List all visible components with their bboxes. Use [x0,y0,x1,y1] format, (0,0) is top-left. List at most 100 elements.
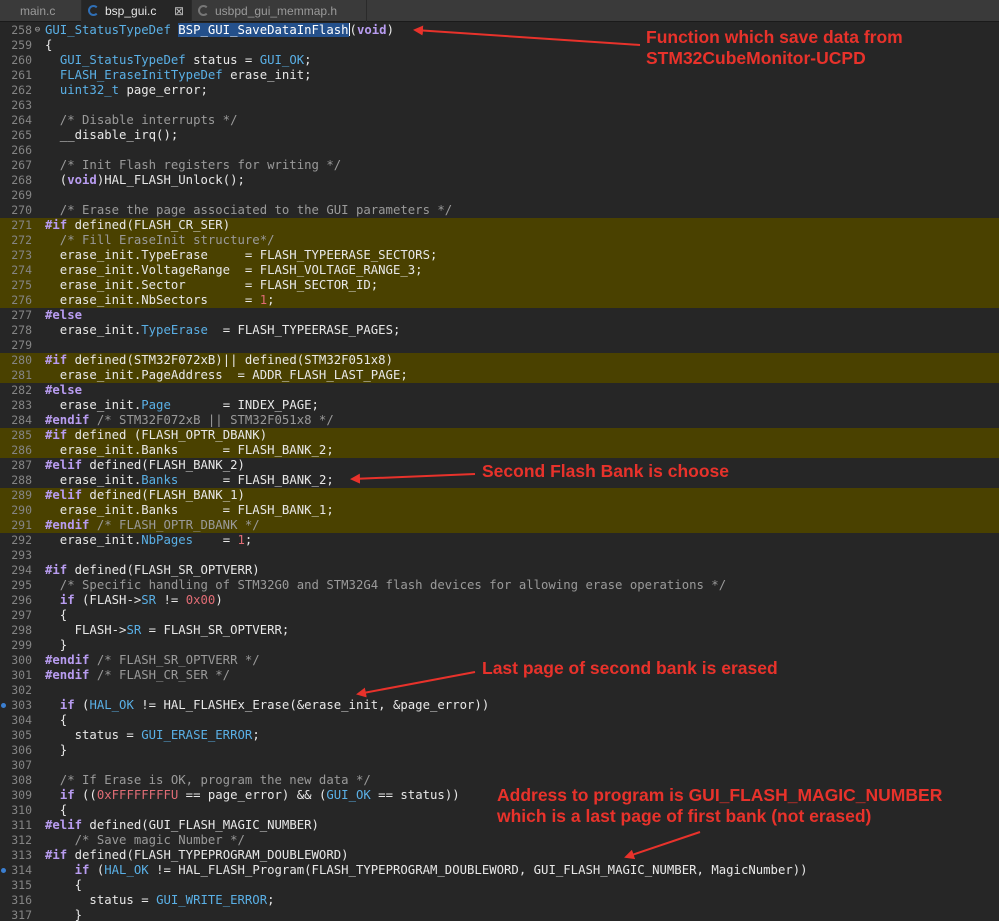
code-token: #endif [45,518,90,532]
code-text: /* If Erase is OK, program the new data … [45,773,371,788]
code-token: if [74,863,90,877]
code-text: __disable_irq(); [45,128,178,143]
tab-bsp-gui-c[interactable]: bsp_gui.c ⊠ [82,0,192,22]
code-line[interactable]: 306 } [0,743,999,758]
code-line[interactable]: 272 /* Fill EraseInit structure*/ [0,233,999,248]
code-line[interactable]: 273 erase_init.TypeErase = FLASH_TYPEERA… [0,248,999,263]
code-line[interactable]: 292 erase_init.NbPages = 1; [0,533,999,548]
close-icon[interactable]: ⊠ [174,0,184,22]
code-text: (void)HAL_FLASH_Unlock(); [45,173,245,188]
code-line[interactable]: 317 } [0,908,999,921]
code-token: defined(STM32F072xB)|| defined(STM32F051… [67,353,393,367]
code-line[interactable]: 283 erase_init.Page = INDEX_PAGE; [0,398,999,413]
tab-usbpd-gui-memmap-h[interactable]: usbpd_gui_memmap.h [192,0,367,22]
code-token: /* If Erase is OK, program the new data … [45,773,371,787]
code-line[interactable]: 291 #endif /* FLASH_OPTR_DBANK */ [0,518,999,533]
code-token: ( [349,23,357,37]
line-number: 283 [11,398,32,412]
code-line[interactable]: 280 #if defined(STM32F072xB)|| defined(ST… [0,353,999,368]
code-line[interactable]: 277 #else [0,308,999,323]
code-line[interactable]: 269 [0,188,999,203]
breakpoint-icon[interactable] [1,703,6,708]
code-token: /* Save magic Number */ [45,833,245,847]
code-token: #if [45,563,68,577]
fold-toggle-icon[interactable]: ⊖ [33,23,42,38]
line-number: 269 [11,188,32,202]
code-line[interactable]: 276 erase_init.NbSectors = 1; [0,293,999,308]
line-number: 301 [11,668,32,682]
code-line[interactable]: 299 } [0,638,999,653]
code-line[interactable]: 314 if (HAL_OK != HAL_FLASH_Program(FLAS… [0,863,999,878]
code-token: defined(FLASH_CR_SER) [67,218,231,232]
code-line[interactable]: 270 /* Erase the page associated to the … [0,203,999,218]
code-text: GUI_StatusTypeDef BSP_GUI_SaveDataInFlas… [45,23,394,38]
code-line[interactable]: 263 [0,98,999,113]
line-number: 307 [11,758,32,772]
code-token: erase_init.Banks = FLASH_BANK_2; [45,443,334,457]
line-number: 313 [11,848,32,862]
code-token: = FLASH_BANK_2; [178,473,334,487]
code-line[interactable]: 305 status = GUI_ERASE_ERROR; [0,728,999,743]
code-line[interactable]: 266 [0,143,999,158]
code-line[interactable]: 264 /* Disable interrupts */ [0,113,999,128]
code-line[interactable]: 261 FLASH_EraseInitTypeDef erase_init; [0,68,999,83]
line-number: 265 [11,128,32,142]
code-token: HAL_OK [89,698,134,712]
code-token: ) [386,23,394,37]
code-line[interactable]: 274 erase_init.VoltageRange = FLASH_VOLT… [0,263,999,278]
code-line[interactable]: 293 [0,548,999,563]
code-line[interactable]: 295 /* Specific handling of STM32G0 and … [0,578,999,593]
code-token: erase_init.NbSectors = [45,293,260,307]
code-line[interactable]: 312 /* Save magic Number */ [0,833,999,848]
code-line[interactable]: 271 #if defined(FLASH_CR_SER) [0,218,999,233]
code-token: erase_init; [222,68,312,82]
code-text: #elif defined(FLASH_BANK_2) [45,458,245,473]
code-token: /* FLASH_CR_SER */ [89,668,231,682]
code-text: status = GUI_ERASE_ERROR; [45,728,260,743]
code-line[interactable]: 297 { [0,608,999,623]
code-line[interactable]: 316 status = GUI_WRITE_ERROR; [0,893,999,908]
code-line[interactable]: 289 #elif defined(FLASH_BANK_1) [0,488,999,503]
code-token: #else [45,383,83,397]
code-token: /* Specific handling of STM32G0 and STM3… [45,578,727,592]
line-number: 310 [11,803,32,817]
code-token: /* Erase the page associated to the GUI … [45,203,453,217]
code-line[interactable]: 307 [0,758,999,773]
code-line[interactable]: 290 erase_init.Banks = FLASH_BANK_1; [0,503,999,518]
tab-main-c[interactable]: main.c [0,0,82,22]
code-line[interactable]: 302 [0,683,999,698]
code-line[interactable]: 281 erase_init.PageAddress = ADDR_FLASH_… [0,368,999,383]
code-text: #else [45,383,82,398]
code-line[interactable]: 285 #if defined (FLASH_OPTR_DBANK) [0,428,999,443]
code-line[interactable]: 278 erase_init.TypeErase = FLASH_TYPEERA… [0,323,999,338]
code-line[interactable]: 313 #if defined(FLASH_TYPEPROGRAM_DOUBLEW… [0,848,999,863]
line-number: 282 [11,383,32,397]
code-line[interactable]: 304 { [0,713,999,728]
line-number: 261 [11,68,32,82]
code-text: #elif defined(FLASH_BANK_1) [45,488,245,503]
breakpoint-icon[interactable] [1,868,6,873]
code-line[interactable]: 275 erase_init.Sector = FLASH_SECTOR_ID; [0,278,999,293]
code-line[interactable]: 279 [0,338,999,353]
code-line[interactable]: 298 FLASH->SR = FLASH_SR_OPTVERR; [0,623,999,638]
code-line[interactable]: 268 (void)HAL_FLASH_Unlock(); [0,173,999,188]
code-text: erase_init.NbSectors = 1; [45,293,275,308]
code-line[interactable]: 267 /* Init Flash registers for writing … [0,158,999,173]
code-line[interactable]: 262 uint32_t page_error; [0,83,999,98]
code-line[interactable]: 315 { [0,878,999,893]
line-number: 298 [11,623,32,637]
code-line[interactable]: 296 if (FLASH->SR != 0x00) [0,593,999,608]
code-token: ( [45,173,68,187]
annotation-program-address: Address to program is GUI_FLASH_MAGIC_NU… [497,785,943,826]
code-line[interactable]: 294 #if defined(FLASH_SR_OPTVERR) [0,563,999,578]
line-number: 273 [11,248,32,262]
code-line[interactable]: 284 #endif /* STM32F072xB || STM32F051x8 … [0,413,999,428]
code-token: #if [45,353,68,367]
code-line[interactable]: 303 if (HAL_OK != HAL_FLASHEx_Erase(&era… [0,698,999,713]
code-token: 1 [259,293,268,307]
code-token: #if [45,848,68,862]
code-line[interactable]: 286 erase_init.Banks = FLASH_BANK_2; [0,443,999,458]
code-line[interactable]: 282 #else [0,383,999,398]
code-line[interactable]: 265 __disable_irq(); [0,128,999,143]
